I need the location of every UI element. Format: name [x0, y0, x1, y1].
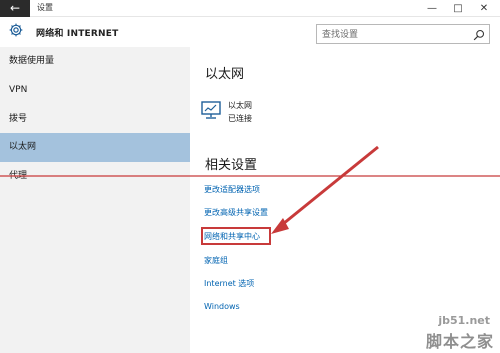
gear-icon: [9, 23, 23, 37]
section-title-ethernet: 以太网: [205, 67, 245, 82]
sidebar-item-dialup[interactable]: 拨号: [0, 105, 190, 134]
minimize-button[interactable]: —: [420, 0, 444, 17]
main-content: 以太网 以太网 已连接 相关设置 更改适配器选项 更改高级共享设置 网络和共享中…: [190, 47, 500, 353]
link-internet-options[interactable]: Internet 选项: [204, 278, 254, 289]
connection-name[interactable]: 以太网: [228, 100, 252, 111]
annotation-highlight-box: [201, 227, 271, 245]
back-button[interactable]: ←: [0, 0, 30, 17]
sidebar: 数据使用量 VPN 拨号 以太网 代理: [0, 47, 190, 353]
sidebar-item-data-usage[interactable]: 数据使用量: [0, 47, 190, 76]
connection-status: 已连接: [228, 114, 252, 123]
close-button[interactable]: ✕: [472, 0, 496, 17]
search-box[interactable]: [316, 24, 490, 44]
link-windows-firewall[interactable]: Windows: [204, 302, 240, 311]
section-title-related: 相关设置: [205, 158, 258, 173]
link-homegroup[interactable]: 家庭组: [204, 255, 228, 266]
title-bar: ← 设置 — □ ✕: [0, 0, 500, 17]
maximize-button[interactable]: □: [446, 0, 470, 17]
link-advanced-sharing[interactable]: 更改高级共享设置: [204, 207, 268, 218]
monitor-network-icon[interactable]: [201, 101, 221, 119]
watermark-text: 脚本之家: [425, 332, 494, 351]
sidebar-item-ethernet[interactable]: 以太网: [0, 133, 190, 162]
sidebar-item-proxy[interactable]: 代理: [0, 162, 190, 191]
page-title: 网络和 INTERNET: [36, 29, 119, 39]
search-input[interactable]: [322, 28, 462, 41]
search-icon[interactable]: [473, 29, 485, 41]
link-change-adapter-options[interactable]: 更改适配器选项: [204, 184, 260, 195]
sidebar-item-vpn[interactable]: VPN: [0, 76, 190, 105]
page-header: 网络和 INTERNET: [0, 18, 500, 46]
watermark-url: jb51.net: [438, 314, 490, 327]
window-title: 设置: [37, 3, 53, 12]
